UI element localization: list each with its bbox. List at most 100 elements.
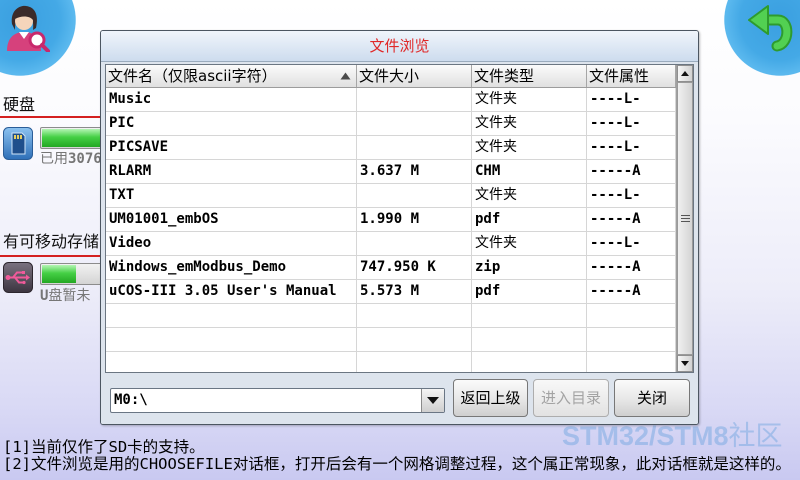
- file-row[interactable]: Video 文件夹 ----L-: [106, 232, 676, 256]
- user-button[interactable]: [0, 0, 76, 76]
- screen: 硬盘 已用3076 有可移动存储 U盘暂未 文件浏览 文件名（仅限ascii字符…: [0, 0, 800, 480]
- dialog-title: 文件浏览: [369, 37, 430, 55]
- file-size-cell: [357, 328, 472, 352]
- file-size-cell: [357, 304, 472, 328]
- usb-drive-icon[interactable]: [3, 262, 33, 293]
- grip-icon: [681, 215, 690, 222]
- usb-usage-text: U盘暂未: [40, 288, 91, 304]
- file-browser-dialog: 文件浏览 文件名（仅限ascii字符） 文件大小 文件类型 文件属性 Music…: [100, 30, 699, 425]
- file-name-cell: Music: [106, 88, 357, 112]
- file-type-cell: 文件夹: [472, 184, 587, 208]
- file-attr-cell: [587, 304, 676, 328]
- back-arrow-icon: [748, 5, 793, 52]
- file-name-cell: PIC: [106, 112, 357, 136]
- file-type-cell: [472, 352, 587, 372]
- column-header-size[interactable]: 文件大小: [357, 65, 472, 87]
- file-name-cell: uCOS-III 3.05 User's Manual: [106, 280, 357, 304]
- scroll-up-button[interactable]: [677, 65, 693, 82]
- file-attr-cell: -----A: [587, 160, 676, 184]
- file-size-cell: 1.990 M: [357, 208, 472, 232]
- file-attr-cell: ----L-: [587, 184, 676, 208]
- sort-ascending-icon: [340, 72, 351, 80]
- column-header-label: 文件类型: [474, 67, 535, 85]
- file-name-cell: Video: [106, 232, 357, 256]
- file-type-cell: [472, 304, 587, 328]
- sd-card-icon[interactable]: [3, 127, 33, 160]
- scroll-down-button[interactable]: [677, 355, 693, 372]
- section-divider: [0, 255, 110, 257]
- file-name-cell: [106, 352, 357, 372]
- removable-section-label: 有可移动存储: [3, 232, 100, 251]
- file-name-cell: Windows_emModbus_Demo: [106, 256, 357, 280]
- file-name-cell: [106, 304, 357, 328]
- vertical-scrollbar[interactable]: [676, 65, 693, 372]
- file-type-cell: 文件夹: [472, 136, 587, 160]
- empty-row: [106, 352, 676, 372]
- file-row[interactable]: UM01001_embOS 1.990 Mpdf -----A: [106, 208, 676, 232]
- file-type-cell: 文件夹: [472, 112, 587, 136]
- file-attr-cell: -----A: [587, 280, 676, 304]
- arrow-down-icon: [681, 361, 689, 366]
- file-row[interactable]: Music 文件夹 ----L-: [106, 88, 676, 112]
- file-row[interactable]: TXT 文件夹 ----L-: [106, 184, 676, 208]
- column-header-label: 文件大小: [359, 67, 420, 85]
- file-attr-cell: ----L-: [587, 112, 676, 136]
- column-header-label: 文件属性: [589, 67, 650, 85]
- parent-directory-button[interactable]: 返回上级: [453, 379, 528, 417]
- column-header-type[interactable]: 文件类型: [472, 65, 587, 87]
- file-name-cell: [106, 328, 357, 352]
- file-row[interactable]: PICSAVE 文件夹 ----L-: [106, 136, 676, 160]
- file-type-cell: pdf: [472, 208, 587, 232]
- close-button[interactable]: 关闭: [614, 379, 690, 417]
- file-attr-cell: ----L-: [587, 88, 676, 112]
- file-row[interactable]: uCOS-III 3.05 User's Manual 5.573 Mpdf ---…: [106, 280, 676, 304]
- note-line: [2]文件浏览是用的CHOOSEFILE对话框，打开后会有一个网格调整过程，这个…: [3, 456, 791, 473]
- list-body[interactable]: Music 文件夹 ----L- PIC 文件夹 ----L- PICSAVE 文件夹 ----…: [106, 88, 676, 372]
- column-header-attributes[interactable]: 文件属性: [587, 65, 676, 87]
- file-size-cell: [357, 352, 472, 372]
- file-type-cell: 文件夹: [472, 88, 587, 112]
- empty-row: [106, 304, 676, 328]
- column-header-label: 文件名（仅限ascii字符）: [108, 67, 277, 85]
- file-list[interactable]: 文件名（仅限ascii字符） 文件大小 文件类型 文件属性 Music 文件夹 …: [105, 64, 694, 373]
- back-button[interactable]: [724, 0, 800, 76]
- file-type-cell: pdf: [472, 280, 587, 304]
- file-size-cell: 3.637 M: [357, 160, 472, 184]
- file-size-cell: [357, 112, 472, 136]
- file-attr-cell: [587, 328, 676, 352]
- section-divider: [0, 116, 110, 118]
- file-size-cell: [357, 184, 472, 208]
- file-attr-cell: ----L-: [587, 232, 676, 256]
- file-attr-cell: -----A: [587, 208, 676, 232]
- dialog-titlebar[interactable]: 文件浏览: [101, 31, 698, 62]
- arrow-up-icon: [681, 71, 689, 76]
- list-header: 文件名（仅限ascii字符） 文件大小 文件类型 文件属性: [106, 65, 676, 88]
- file-type-cell: 文件夹: [472, 232, 587, 256]
- file-row[interactable]: Windows_emModbus_Demo 747.950 Kzip -----A: [106, 256, 676, 280]
- dialog-client: 文件名（仅限ascii字符） 文件大小 文件类型 文件属性 Music 文件夹 …: [101, 62, 698, 424]
- usb-usage-fill: [42, 265, 76, 283]
- file-type-cell: [472, 328, 587, 352]
- disk-usage-text: 已用3076: [40, 151, 102, 167]
- user-search-icon: [7, 5, 50, 52]
- dropdown-arrow-button[interactable]: [421, 389, 444, 412]
- file-attr-cell: ----L-: [587, 136, 676, 160]
- path-dropdown-value: M0:\: [114, 392, 148, 408]
- path-dropdown[interactable]: M0:\: [110, 388, 445, 413]
- column-header-name[interactable]: 文件名（仅限ascii字符）: [106, 65, 357, 87]
- note-line: [1]当前仅作了SD卡的支持。: [3, 439, 205, 456]
- scroll-thumb[interactable]: [677, 82, 693, 355]
- file-size-cell: [357, 136, 472, 160]
- empty-row: [106, 328, 676, 352]
- enter-directory-button[interactable]: 进入目录: [533, 379, 609, 417]
- file-attr-cell: [587, 352, 676, 372]
- file-row[interactable]: RLARM 3.637 M CHM -----A: [106, 160, 676, 184]
- chevron-down-icon: [427, 397, 439, 404]
- file-name-cell: RLARM: [106, 160, 357, 184]
- file-size-cell: 747.950 K: [357, 256, 472, 280]
- file-type-cell: zip: [472, 256, 587, 280]
- file-size-cell: [357, 88, 472, 112]
- file-row[interactable]: PIC 文件夹 ----L-: [106, 112, 676, 136]
- file-name-cell: PICSAVE: [106, 136, 357, 160]
- file-name-cell: TXT: [106, 184, 357, 208]
